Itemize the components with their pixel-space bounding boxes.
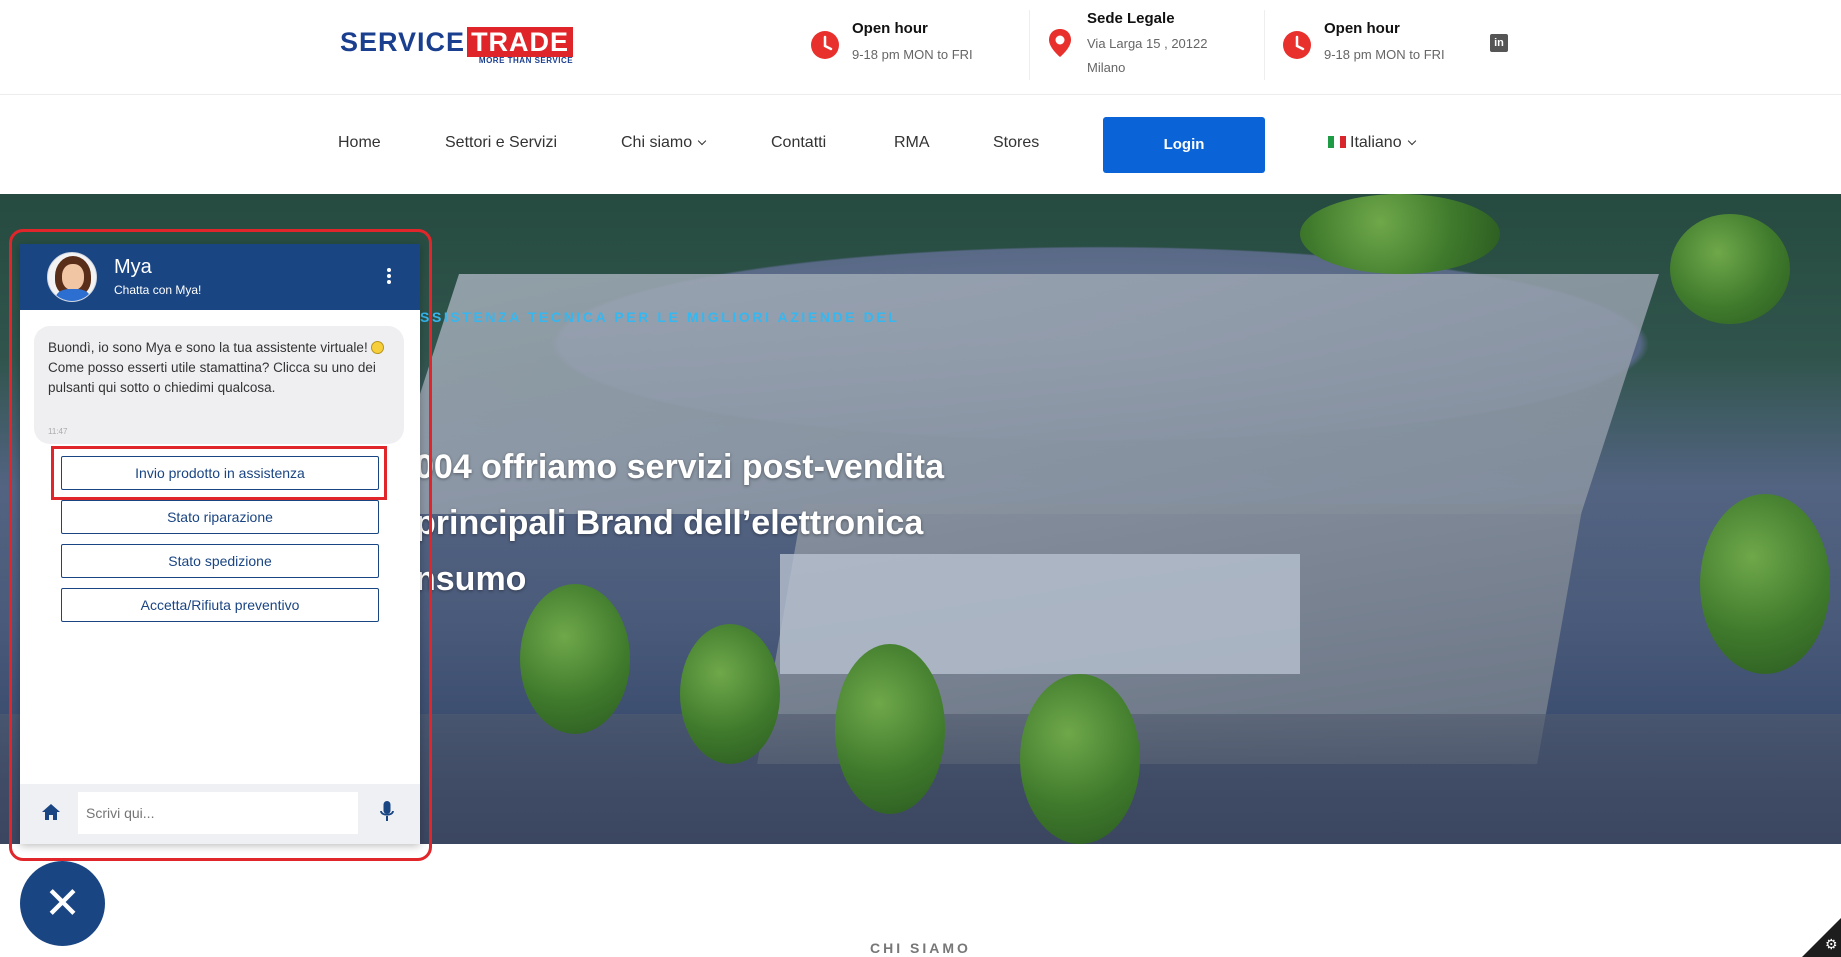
nav-item-label: Home [338, 134, 381, 151]
info-open-hour-2: Open hour 9-18 pm MON to FRI [1282, 10, 1482, 85]
info-title: Open hour [1324, 20, 1400, 37]
info-sede-legale: Sede Legale Via Larga 15 , 20122 Milano [1045, 10, 1265, 85]
page: SERVICE TRADE MORE THAN SERVICE Open hour… [0, 0, 1841, 957]
info-text: 9-18 pm MON to FRI [852, 47, 973, 62]
linkedin-icon[interactable]: in [1490, 34, 1508, 52]
hero-tree [680, 624, 780, 764]
gear-icon: ⚙ [1825, 936, 1838, 952]
top-header: SERVICE TRADE MORE THAN SERVICE Open hour… [0, 0, 1841, 95]
hero-tree [1020, 674, 1140, 844]
nav-item-label: Contatti [771, 134, 827, 151]
nav-item-home[interactable]: Home [338, 134, 381, 152]
info-text: 9-18 pm MON to FRI [1324, 47, 1445, 62]
hero-subtitle: SSISTENZA TECNICA PER LE MIGLIORI AZIEND… [420, 309, 900, 325]
nav-item-rma[interactable]: RMA [894, 134, 930, 152]
hero-title-line: principali Brand dell’elettronica [415, 504, 924, 542]
language-label: Italiano [1350, 134, 1402, 151]
chevron-down-icon [697, 136, 707, 146]
hero-title-line: 004 offriamo servizi post-vendita [415, 448, 945, 486]
language-selector[interactable]: Italiano [1328, 134, 1416, 152]
highlight-box [9, 229, 432, 861]
nav-item-settori-servizi[interactable]: Settori e Servizi [445, 134, 557, 152]
info-text: Milano [1087, 60, 1126, 75]
nav-item-label: Stores [993, 134, 1040, 151]
logo-tagline: MORE THAN SERVICE [478, 56, 574, 65]
logo-text-vice: VICE [398, 27, 466, 57]
settings-corner[interactable]: ⚙ [1802, 918, 1841, 957]
close-icon: ✕ [44, 878, 81, 928]
info-text: Via Larga 15 , 20122 [1087, 36, 1208, 51]
logo-text-trade: TRADE [467, 27, 574, 57]
nav-item-label: Settori e Servizi [445, 134, 558, 151]
hero-tree [835, 644, 945, 814]
login-button[interactable]: Login [1103, 117, 1265, 173]
close-chat-button[interactable]: ✕ [20, 861, 105, 946]
clock-icon [811, 31, 839, 59]
hero-title-line: nsumo [415, 560, 527, 598]
nav-item-label: Chi siamo [621, 134, 693, 151]
servicetrade-logo[interactable]: SERVICE TRADE MORE THAN SERVICE [340, 26, 574, 66]
nav-item-contatti[interactable]: Contatti [771, 134, 826, 152]
location-pin-icon [1049, 29, 1071, 57]
info-title: Open hour [852, 20, 928, 37]
clock-icon [1283, 31, 1311, 59]
italian-flag-icon [1328, 136, 1346, 148]
main-nav: Home Settori e Servizi Chi siamo Contatt… [0, 96, 1841, 193]
nav-item-chi-siamo[interactable]: Chi siamo [621, 134, 707, 152]
logo-text-ser: SER [340, 27, 399, 57]
hero-tree [1670, 214, 1790, 324]
info-open-hour-1: Open hour 9-18 pm MON to FRI [810, 10, 1030, 85]
info-title: Sede Legale [1087, 10, 1175, 27]
hero-tree [1300, 194, 1500, 274]
chevron-down-icon [1407, 136, 1416, 146]
nav-item-label: RMA [894, 134, 930, 151]
nav-item-stores[interactable]: Stores [993, 134, 1039, 152]
hero-tree [1700, 494, 1830, 674]
hero-title: 004 offriamo servizi post-vendita princi… [415, 439, 975, 607]
section-label-chi-siamo: CHI SIAMO [870, 940, 971, 956]
